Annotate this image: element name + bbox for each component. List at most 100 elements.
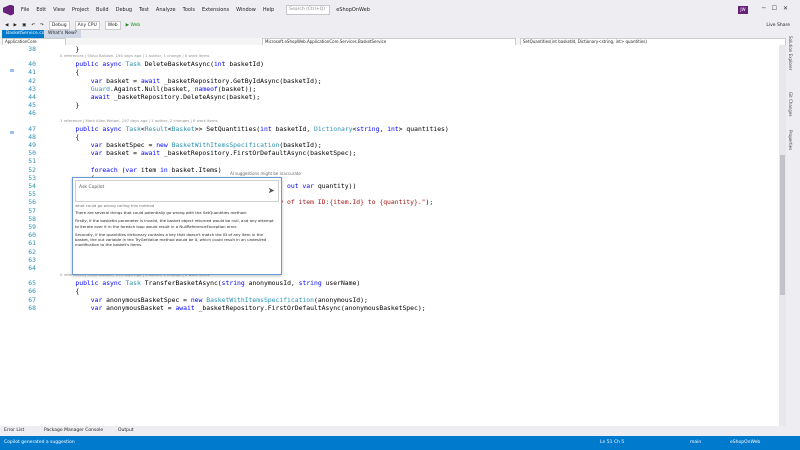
line-number: 48 <box>28 132 36 141</box>
code-text[interactable]: var anonymousBasketSpec = new BasketWith… <box>60 296 368 304</box>
code-line[interactable]: 45 } <box>0 101 786 109</box>
line-number: 41 <box>28 68 36 77</box>
editor-scrollbar[interactable] <box>779 45 786 426</box>
code-line[interactable]: 52 foreach (var item in basket.Items) <box>0 166 786 174</box>
menu-edit[interactable]: Edit <box>36 7 46 13</box>
git-branch[interactable]: main <box>690 440 701 445</box>
code-text[interactable]: } <box>60 101 79 109</box>
code-line[interactable]: 44 await _basketRepository.DeleteAsync(b… <box>0 93 786 101</box>
user-question: what could go wrong calling this method <box>75 203 155 208</box>
code-line[interactable]: 66 { <box>0 287 786 295</box>
code-text[interactable]: var anonymousBasket = await _basketRepos… <box>60 304 426 312</box>
startup-project-select[interactable]: Web <box>104 20 121 30</box>
answer-paragraph-3: Secondly, if the quantities dictionary c… <box>75 231 267 248</box>
line-number: 60 <box>28 231 36 240</box>
line-number: 63 <box>28 255 36 264</box>
menu-file[interactable]: File <box>21 7 29 13</box>
tab-basketservice[interactable]: BasketService.cs <box>2 30 49 38</box>
tab-package-manager-console[interactable]: Package Manager Console <box>44 428 103 433</box>
live-share-button[interactable]: Live Share <box>766 23 790 28</box>
forward-icon[interactable]: ▶ <box>13 23 16 28</box>
menu-extensions[interactable]: Extensions <box>202 7 229 13</box>
menu-debug[interactable]: Debug <box>116 7 132 13</box>
code-text[interactable]: var basket = await _basketRepository.Fir… <box>60 149 357 157</box>
code-text[interactable]: var basket = await _basketRepository.Get… <box>60 77 322 85</box>
document-tab-strip: BasketService.cs What's New? <box>0 30 800 38</box>
code-line[interactable]: 68 var anonymousBasket = await _basketRe… <box>0 304 786 312</box>
line-number: 65 <box>28 279 36 288</box>
code-text[interactable]: var basketSpec = new BasketWithItemsSpec… <box>60 141 322 149</box>
line-number: 67 <box>28 295 36 304</box>
properties-tab[interactable]: Properties <box>788 130 793 150</box>
run-button[interactable]: ▶ Web <box>126 23 141 28</box>
code-line[interactable]: 49 var basketSpec = new BasketWithItemsS… <box>0 141 786 149</box>
redo-icon[interactable]: ↷ <box>40 23 44 28</box>
line-number: 45 <box>28 101 36 110</box>
menu-view[interactable]: View <box>53 7 65 13</box>
line-number: 49 <box>28 141 36 149</box>
code-text[interactable]: { <box>60 68 79 76</box>
code-text[interactable]: public async Task DeleteBasketAsync(int … <box>60 60 264 68</box>
codelens-info[interactable]: 1 reference | Mark Allen Weigel, 197 day… <box>60 118 218 124</box>
configuration-select[interactable]: Debug <box>48 20 70 30</box>
codelens-row[interactable]: 1 reference | Mark Allen Weigel, 197 day… <box>0 118 786 124</box>
codelens-row[interactable]: 0 references | Shilpi Ballabh, 190 days … <box>0 53 786 59</box>
status-bar: Copilot generated a suggestion Ln 51 Ch … <box>0 436 800 450</box>
solution-explorer-tab[interactable]: Solution Explorer <box>788 36 793 70</box>
menu-project[interactable]: Project <box>72 7 89 13</box>
search-input[interactable]: Search (Ctrl+Q) <box>286 5 331 15</box>
platform-select[interactable]: Any CPU <box>74 20 100 30</box>
line-number: 44 <box>28 93 36 101</box>
code-text[interactable]: public async Task<Result<Basket>> SetQua… <box>60 125 448 133</box>
code-line[interactable]: 51 <box>0 157 786 165</box>
code-line[interactable]: 50 var basket = await _basketRepository.… <box>0 149 786 157</box>
git-changes-tab[interactable]: Git Changes <box>788 92 793 116</box>
code-line[interactable]: 40 public async Task DeleteBasketAsync(i… <box>0 60 786 68</box>
menu-help[interactable]: Help <box>263 7 274 13</box>
code-text[interactable]: public async Task TransferBasketAsync(st… <box>60 279 360 287</box>
code-text[interactable]: foreach (var item in basket.Items) <box>60 166 222 174</box>
code-line[interactable]: 38 } <box>0 45 786 53</box>
back-icon[interactable]: ◀ <box>5 23 8 28</box>
tab-whats-new[interactable]: What's New? <box>44 30 82 38</box>
copilot-prompt-input[interactable]: Ask Copilot <box>75 180 279 202</box>
line-number: 66 <box>28 287 36 296</box>
code-line[interactable]: 65 public async Task TransferBasketAsync… <box>0 279 786 287</box>
codelens-info[interactable]: 0 references | Shilpi Ballabh, 190 days … <box>60 53 209 59</box>
menu-window[interactable]: Window <box>236 7 256 13</box>
line-number: 54 <box>28 182 36 190</box>
line-number: 62 <box>28 247 36 256</box>
user-avatar[interactable]: JW <box>738 6 748 14</box>
line-number: 53 <box>28 173 36 182</box>
menu-analyze[interactable]: Analyze <box>156 7 176 13</box>
code-text[interactable]: await _basketRepository.DeleteAsync(bask… <box>60 93 260 101</box>
code-line[interactable]: 47 public async Task<Result<Basket>> Set… <box>0 125 786 133</box>
code-text[interactable]: { <box>60 287 79 295</box>
tab-output[interactable]: Output <box>118 428 134 433</box>
line-number: 59 <box>28 223 36 231</box>
menu-tools[interactable]: Tools <box>183 7 195 13</box>
save-icon[interactable]: ▣ <box>22 23 26 28</box>
code-text[interactable]: { <box>60 133 79 141</box>
solution-name: eShopOnWeb <box>336 7 370 13</box>
undo-icon[interactable]: ↶ <box>31 23 35 28</box>
code-text[interactable]: } <box>60 45 79 53</box>
code-line[interactable]: 48 { <box>0 133 786 141</box>
code-text[interactable]: Guard.Against.Null(basket, nameof(basket… <box>60 85 256 93</box>
repository-name[interactable]: eShopOnWeb <box>730 440 760 445</box>
scrollbar-thumb[interactable] <box>780 155 785 295</box>
toolbar: ◀ ▶ ▣ ↶ ↷ Debug Any CPU Web ▶ Web Live S… <box>0 20 800 30</box>
code-line[interactable]: 42 var basket = await _basketRepository.… <box>0 77 786 85</box>
code-line[interactable]: 67 var anonymousBasketSpec = new BasketW… <box>0 296 786 304</box>
ai-disclaimer: AI suggestions might be inaccurate <box>230 171 301 176</box>
code-line[interactable]: 43 Guard.Against.Null(basket, nameof(bas… <box>0 85 786 93</box>
line-number: 38 <box>28 45 36 53</box>
code-line[interactable]: 41 { <box>0 68 786 76</box>
send-icon[interactable] <box>268 187 275 194</box>
tab-error-list[interactable]: Error List <box>4 428 24 433</box>
line-number: 61 <box>28 239 36 248</box>
menu-build[interactable]: Build <box>96 7 109 13</box>
window-controls[interactable]: ─☐✕ <box>762 5 794 12</box>
menu-test[interactable]: Test <box>139 7 149 13</box>
code-line[interactable]: 46 <box>0 109 786 117</box>
